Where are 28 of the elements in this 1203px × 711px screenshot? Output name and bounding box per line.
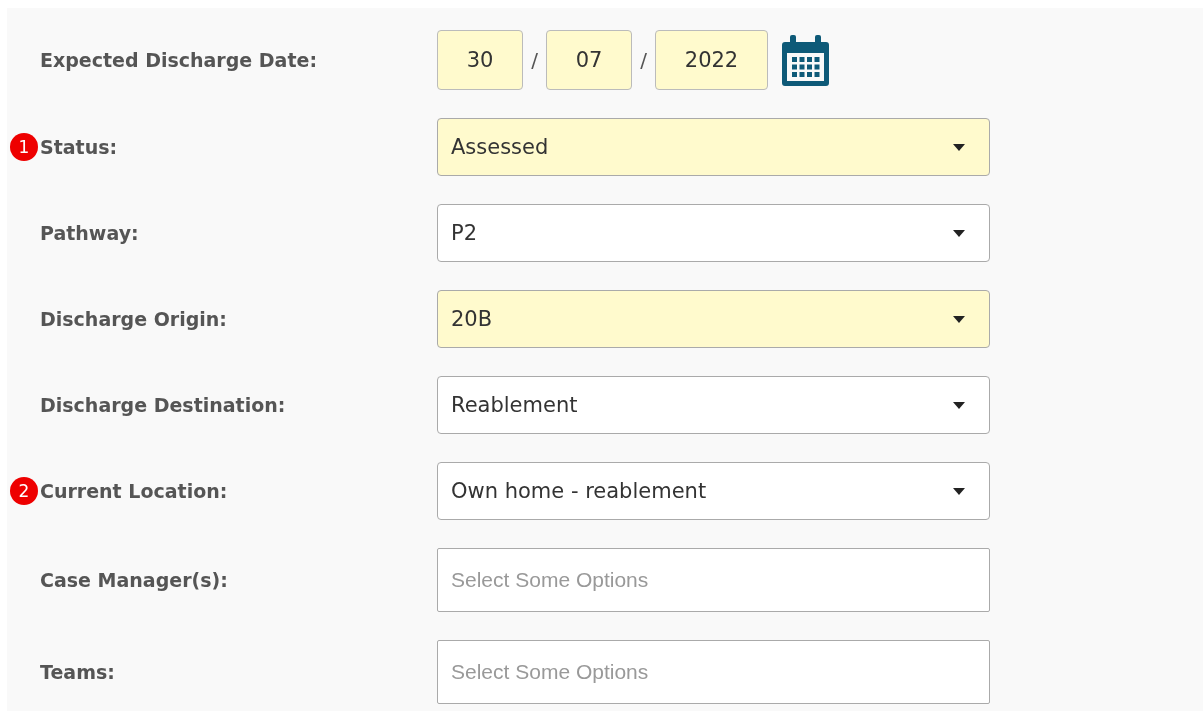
day-field[interactable]: 30 [437, 30, 523, 90]
multi-select-field[interactable]: Select Some Options [437, 640, 990, 704]
field-label: Expected Discharge Date: [40, 49, 318, 71]
field-label: Teams: [40, 661, 116, 683]
caret-icon [953, 229, 965, 237]
field-label: Discharge Destination: [40, 394, 287, 416]
date-separator: / [639, 48, 648, 72]
number-badge: 2 [10, 477, 38, 505]
field-label: Case Manager(s): [40, 569, 229, 591]
dropdown[interactable]: P2 [437, 204, 990, 262]
calendar-icon[interactable] [782, 34, 829, 86]
number-badge: 1 [10, 133, 38, 161]
field-label: Current Location: [40, 480, 229, 502]
field-label: Discharge Origin: [40, 308, 228, 330]
dropdown[interactable]: Own home - reablement [437, 462, 990, 520]
field-label: Status: [40, 136, 119, 158]
caret-icon [953, 487, 965, 495]
year-field[interactable]: 2022 [655, 30, 768, 90]
field-label: Pathway: [40, 222, 140, 244]
caret-icon [953, 401, 965, 409]
dropdown[interactable]: 20B [437, 290, 990, 348]
caret-icon [953, 143, 965, 151]
dropdown[interactable]: Assessed [437, 118, 990, 176]
dropdown[interactable]: Reablement [437, 376, 990, 434]
date-separator: / [530, 48, 539, 72]
month-field[interactable]: 07 [546, 30, 632, 90]
multi-select-field[interactable]: Select Some Options [437, 548, 990, 612]
caret-icon [953, 315, 965, 323]
